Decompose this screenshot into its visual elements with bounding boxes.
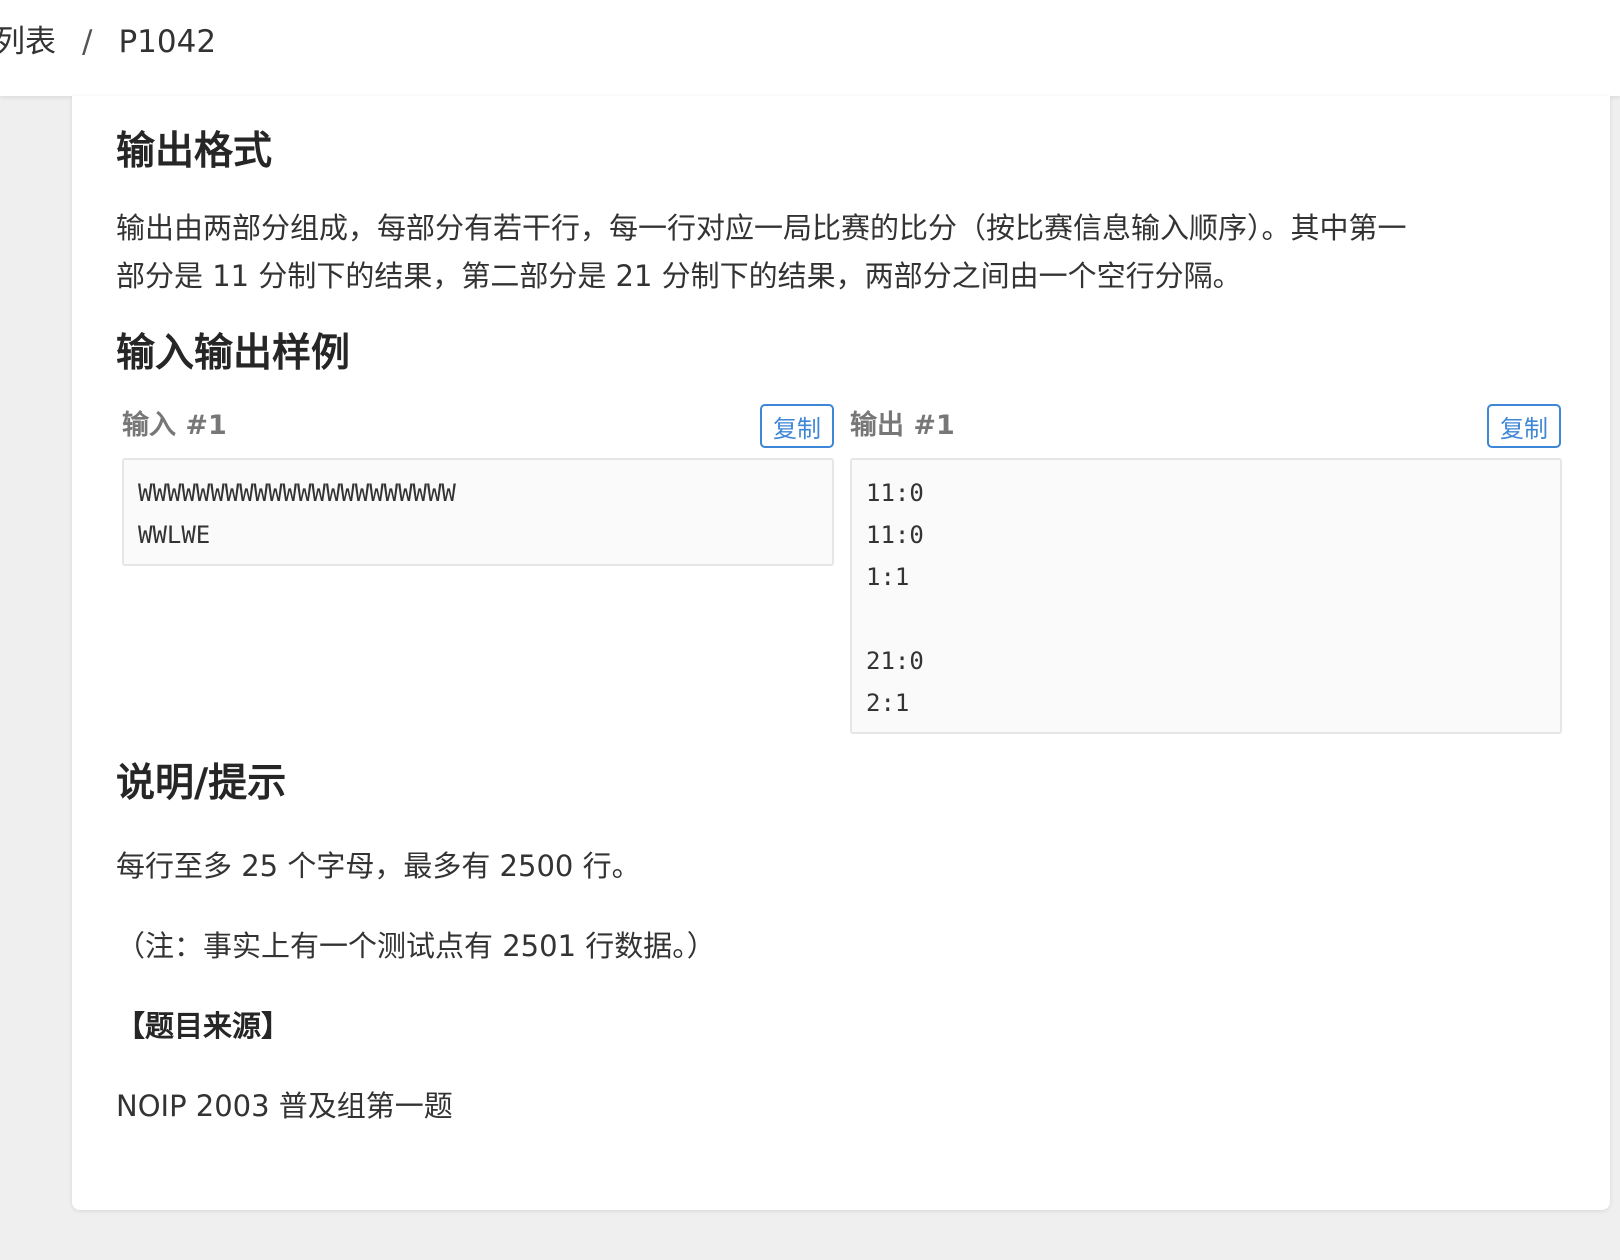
sample-output-label: 输出 #1 xyxy=(850,410,955,441)
sample-output-box: 11:0 11:0 1:1 21:0 2:1 xyxy=(850,458,1562,734)
hints-heading: 说明/提示 xyxy=(116,761,287,806)
sample-input-label: 输入 #1 xyxy=(122,410,227,441)
sample-output-line: 11:0 xyxy=(866,479,924,507)
sample-output-line: 2:1 xyxy=(866,689,910,717)
breadcrumb: 列表 / P1042 xyxy=(0,20,216,64)
copy-output-button[interactable]: 复制 xyxy=(1487,404,1561,448)
source-title: 【题目来源】 xyxy=(116,1009,291,1043)
hints-line1: 每行至多 25 个字母，最多有 2500 行。 xyxy=(116,849,641,883)
hints-line2: （注：事实上有一个测试点有 2501 行数据。） xyxy=(116,929,716,963)
source-text: NOIP 2003 普及组第一题 xyxy=(116,1089,453,1123)
samples-heading: 输入输出样例 xyxy=(116,331,351,376)
breadcrumb-parent-link[interactable]: 列表 xyxy=(0,24,56,60)
problem-content-card: 输出格式 输出由两部分组成，每部分有若干行，每一行对应一局比赛的比分（按比赛信息… xyxy=(72,96,1610,1210)
output-format-text: 输出由两部分组成，每部分有若干行，每一行对应一局比赛的比分（按比赛信息输入顺序）… xyxy=(116,204,1407,300)
output-format-heading: 输出格式 xyxy=(116,129,273,174)
output-format-text-line2: 部分是 11 分制下的结果，第二部分是 21 分制下的结果，两部分之间由一个空行… xyxy=(116,259,1242,293)
sample-output-line: 11:0 xyxy=(866,521,924,549)
breadcrumb-separator: / xyxy=(82,24,93,60)
output-format-text-line1: 输出由两部分组成，每部分有若干行，每一行对应一局比赛的比分（按比赛信息输入顺序）… xyxy=(116,211,1407,245)
top-bar: 列表 / P1042 xyxy=(0,0,1620,96)
sample-input-line: WWWWWWWWWWWWWWWWWWWWWW xyxy=(138,479,456,507)
sample-output-line: 1:1 xyxy=(866,563,910,591)
sample-input-box: WWWWWWWWWWWWWWWWWWWWWW WWLWE xyxy=(122,458,834,566)
sample-output-line: 21:0 xyxy=(866,647,924,675)
copy-input-button[interactable]: 复制 xyxy=(760,404,834,448)
sample-output-line xyxy=(866,598,1546,640)
breadcrumb-current: P1042 xyxy=(118,24,217,60)
sample-input-line: WWLWE xyxy=(138,521,211,549)
